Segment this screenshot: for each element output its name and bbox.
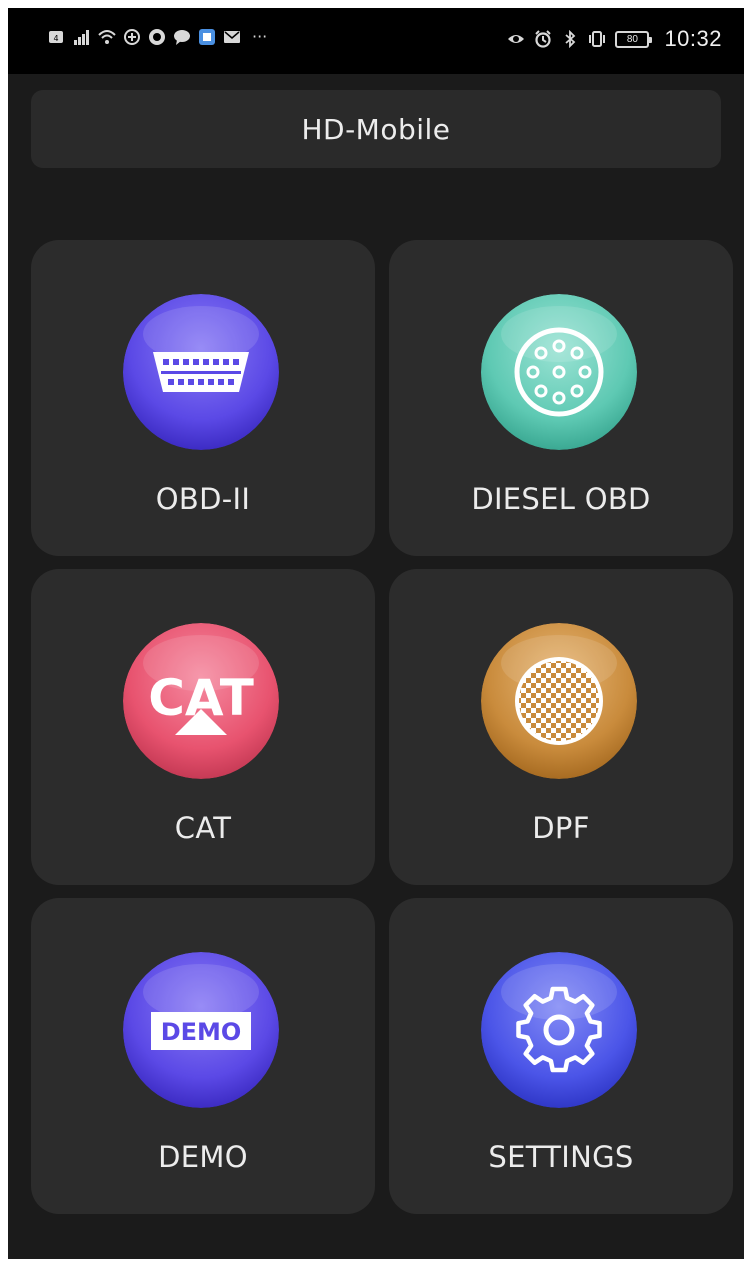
cat-label: CAT xyxy=(174,811,232,845)
chat-icon xyxy=(173,28,191,46)
settings-tile[interactable]: SETTINGS xyxy=(389,898,733,1214)
app-square-icon xyxy=(198,28,216,46)
wifi-icon xyxy=(98,28,116,46)
dpf-filter-icon xyxy=(481,623,637,779)
cat-logo-icon: CAT xyxy=(123,623,279,779)
bluetooth-icon xyxy=(561,30,579,48)
status-left-icons: 4 ··· xyxy=(48,28,267,46)
app-screen: 4 ··· 80 10:32 HD-Mobile OBD-II DIESEL O… xyxy=(8,8,744,1259)
demo-tile[interactable]: DEMO DEMO xyxy=(31,898,375,1214)
obd-connector-icon xyxy=(123,294,279,450)
app-title: HD-Mobile xyxy=(301,112,451,146)
status-right-icons: 80 10:32 xyxy=(507,26,722,52)
demo-label: DEMO xyxy=(158,1140,248,1174)
settings-label: SETTINGS xyxy=(488,1140,634,1174)
demo-badge-text: DEMO xyxy=(161,1018,242,1046)
data-saver-icon xyxy=(123,28,141,46)
diesel-obd-label: DIESEL OBD xyxy=(471,482,651,516)
demo-badge-icon: DEMO xyxy=(123,952,279,1108)
svg-text:4: 4 xyxy=(53,34,58,43)
status-time: 10:32 xyxy=(664,26,722,51)
vibrate-icon xyxy=(588,30,606,48)
gear-icon xyxy=(481,952,637,1108)
battery-icon: 80 xyxy=(615,30,653,48)
alarm-icon xyxy=(534,30,552,48)
cat-tile[interactable]: CAT CAT xyxy=(31,569,375,885)
app-title-bar: HD-Mobile xyxy=(31,90,721,168)
obd-ii-label: OBD-II xyxy=(155,482,251,516)
dpf-label: DPF xyxy=(532,811,590,845)
eye-icon xyxy=(507,30,525,48)
status-bar: 4 ··· 80 10:32 xyxy=(8,8,744,74)
notification-badge-icon: 4 xyxy=(48,28,66,46)
obd-ii-tile[interactable]: OBD-II xyxy=(31,240,375,556)
more-notifications-indicator: ··· xyxy=(252,27,268,46)
diesel-obd-tile[interactable]: DIESEL OBD xyxy=(389,240,733,556)
dpf-tile[interactable]: DPF xyxy=(389,569,733,885)
mail-icon xyxy=(223,28,241,46)
signal-bars-icon xyxy=(73,28,91,46)
diesel-connector-icon xyxy=(481,294,637,450)
app-notification-icon xyxy=(148,28,166,46)
